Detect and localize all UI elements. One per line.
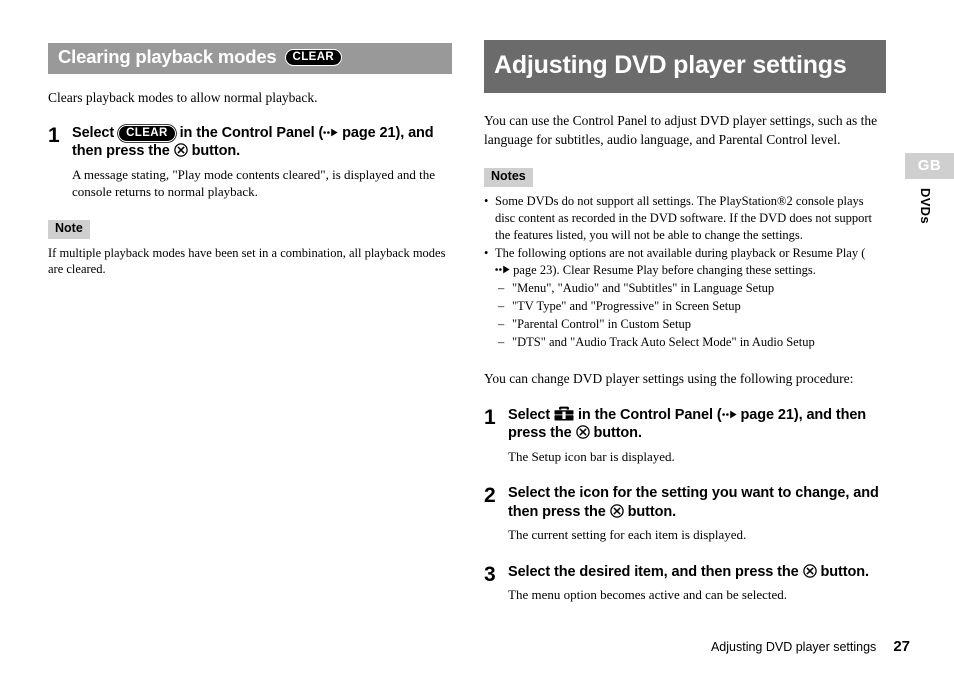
- cross-button-icon: [802, 564, 817, 578]
- section-heading-text: Clearing playback modes: [58, 46, 277, 68]
- procedure-intro-text: You can change DVD player settings using…: [484, 371, 854, 386]
- clear-badge-step: CLEAR: [118, 124, 176, 142]
- left-step-1-title: Select CLEAR in the Control Panel ( page…: [72, 124, 452, 161]
- notes-sub-item-2: "Parental Control" in Custom Setup: [512, 317, 691, 331]
- dash-icon: –: [498, 335, 505, 349]
- dash-icon: –: [498, 299, 505, 313]
- left-step-1-number: 1: [48, 123, 60, 147]
- bullet-icon: •: [484, 194, 489, 208]
- right-step-2-description: The current setting for each item is dis…: [508, 527, 747, 543]
- right-step-3: 3 Select the desired item, and then pres…: [484, 563, 886, 604]
- notes-sub-item-3: "DTS" and "Audio Track Auto Select Mode"…: [512, 335, 815, 349]
- right-step-1-title-part2: in the Control Panel (: [578, 406, 722, 423]
- right-step-2-title-part4: button.: [627, 503, 677, 520]
- cross-button-icon: [173, 143, 188, 157]
- right-step-1-page-ref: page 21: [740, 406, 794, 423]
- right-column: Adjusting DVD player settings You can us…: [484, 40, 886, 604]
- side-tab-section-label: DVDs: [918, 188, 933, 224]
- right-step-3-title-part1: Select the desired item, and then press …: [508, 563, 799, 580]
- notes-item-0-text: Some DVDs do not support all settings. T…: [495, 194, 872, 242]
- notes-list: • Some DVDs do not support all settings.…: [484, 193, 886, 351]
- left-step-1: 1 Select CLEAR in the Control Panel ( pa…: [48, 124, 452, 201]
- right-step-3-title: Select the desired item, and then press …: [508, 563, 886, 582]
- right-step-1-title-part4: button.: [593, 425, 642, 442]
- right-intro-text: You can use the Control Panel to adjust …: [484, 113, 878, 147]
- right-notes-block: Notes • Some DVDs do not support all set…: [484, 167, 886, 351]
- notes-sub-item-1: "TV Type" and "Progressive" in Screen Se…: [512, 299, 741, 313]
- footer-title: Adjusting DVD player settings: [710, 640, 877, 654]
- left-intro-text: Clears playback modes to allow normal pl…: [48, 90, 318, 105]
- chapter-heading-text: Adjusting DVD player settings: [494, 51, 847, 79]
- right-step-2-title: Select the icon for the setting you want…: [508, 484, 886, 521]
- right-step-1-number: 1: [484, 405, 496, 429]
- side-tab: GB DVDs: [905, 153, 954, 232]
- right-step-2-number: 2: [484, 484, 496, 508]
- page-ref-arrow-icon: [323, 124, 338, 137]
- chapter-heading-bar: Adjusting DVD player settings: [484, 40, 886, 93]
- notes-sub-item: – "DTS" and "Audio Track Auto Select Mode…: [495, 334, 886, 351]
- right-step-2-title-part1: Select the icon for the setting you want…: [508, 485, 879, 520]
- notes-sub-item: – "Menu", "Audio" and "Subtitles" in Lang…: [495, 280, 886, 297]
- notes-list-item: • Some DVDs do not support all settings.…: [484, 193, 886, 244]
- bullet-icon: •: [484, 246, 489, 260]
- notes-badge: Notes: [484, 168, 533, 187]
- note-text: If multiple playback modes have been set…: [48, 245, 446, 277]
- footer-page-number: 27: [893, 638, 910, 655]
- notes-sub-list: – "Menu", "Audio" and "Subtitles" in Lang…: [495, 280, 886, 351]
- notes-item-1-page-ref: page 23: [513, 263, 553, 277]
- right-step-1-title: Select in the Control Panel ( page 21), …: [508, 406, 886, 443]
- section-heading-bar: Clearing playback modes CLEAR: [48, 43, 452, 74]
- note-badge: Note: [48, 219, 90, 239]
- left-step-1-page-ref: page 21: [342, 124, 396, 141]
- notes-sub-item: – "Parental Control" in Custom Setup: [495, 316, 886, 333]
- notes-list-item: • The following options are not availabl…: [484, 245, 886, 351]
- dash-icon: –: [498, 281, 505, 295]
- left-step-1-title-part2: in the Control Panel (: [179, 124, 324, 141]
- page-ref-arrow-icon: [495, 262, 510, 274]
- side-tab-region-badge: GB: [905, 153, 954, 179]
- notes-sub-item: – "TV Type" and "Progressive" in Screen S…: [495, 298, 886, 315]
- left-step-1-description: A message stating, "Play mode contents c…: [72, 166, 435, 200]
- right-step-3-number: 3: [484, 562, 496, 586]
- dash-icon: –: [498, 317, 505, 331]
- right-step-3-description: The menu option becomes active and can b…: [508, 587, 788, 603]
- right-step-2: 2 Select the icon for the setting you wa…: [484, 484, 886, 544]
- cross-button-icon: [575, 425, 590, 439]
- right-step-1-title-part1: Select: [508, 406, 551, 423]
- clear-badge-heading: CLEAR: [284, 48, 343, 67]
- left-step-1-title-part4: button.: [191, 143, 241, 160]
- notes-item-1-text-part1: The following options are not available …: [495, 246, 866, 260]
- right-step-1: 1 Select in the Control Panel ( page 21)…: [484, 406, 886, 466]
- notes-sub-item-0: "Menu", "Audio" and "Subtitles" in Langu…: [512, 281, 775, 295]
- right-step-3-title-part4: button.: [820, 563, 870, 580]
- left-column: Clearing playback modes CLEAR Clears pla…: [48, 43, 452, 278]
- toolbox-icon: [554, 406, 574, 421]
- page-footer: Adjusting DVD player settings 27: [711, 638, 910, 655]
- right-step-1-description: The Setup icon bar is displayed.: [508, 448, 675, 464]
- left-note-block: Note If multiple playback modes have bee…: [48, 219, 452, 278]
- notes-item-1-text-part2: ). Clear Resume Play before changing the…: [552, 263, 816, 277]
- page-ref-arrow-icon: [721, 406, 737, 419]
- left-step-1-title-part1: Select: [72, 124, 115, 141]
- cross-button-icon: [609, 504, 624, 518]
